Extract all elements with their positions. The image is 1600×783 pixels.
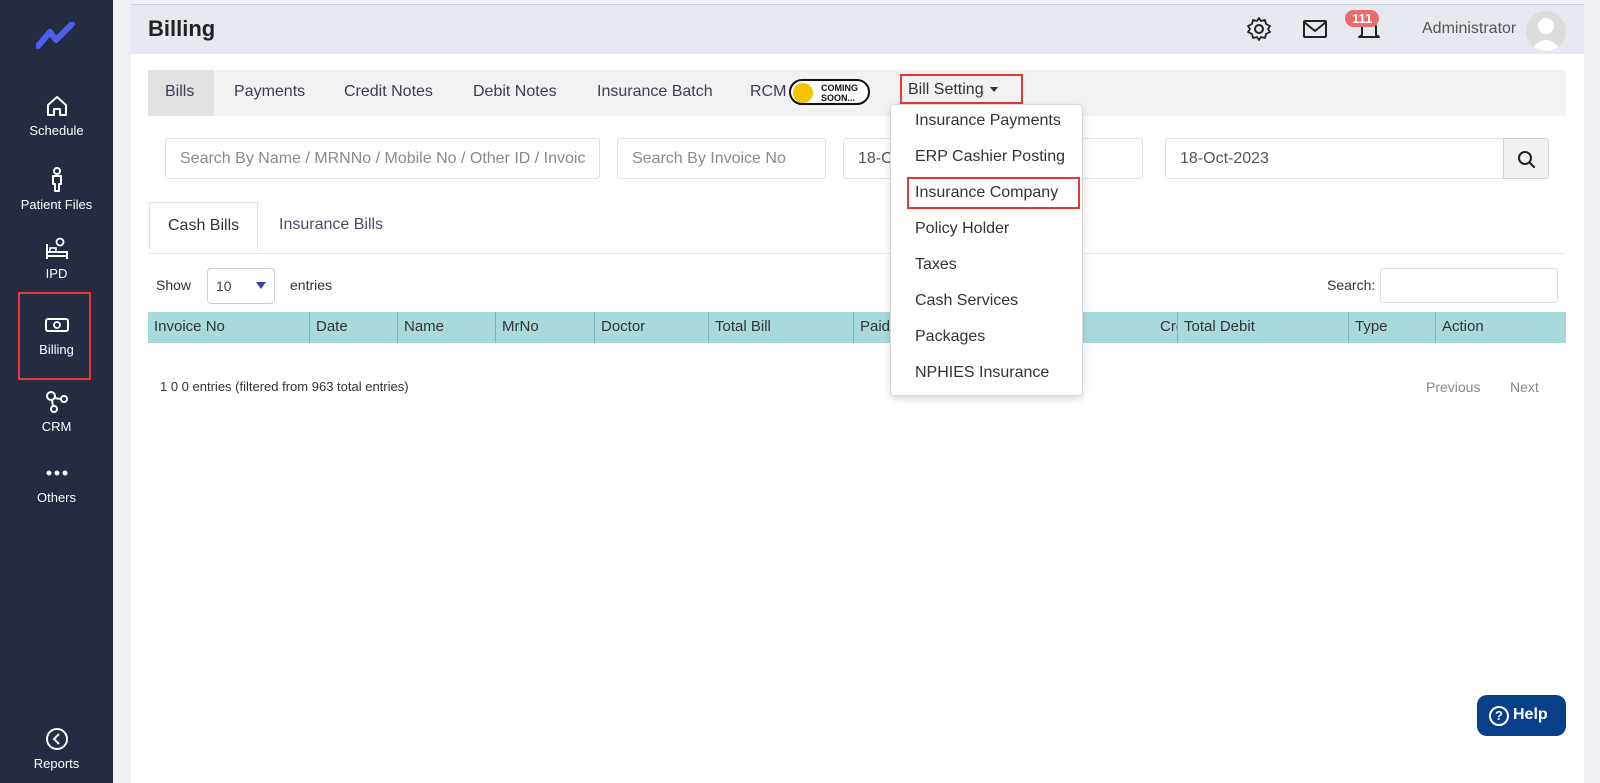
megaphone-icon: [793, 83, 813, 103]
sidebar-item-label: Schedule: [29, 123, 84, 138]
column-header-name[interactable]: Name: [398, 312, 496, 343]
menu-item-policy-holder[interactable]: Policy Holder: [915, 220, 1009, 238]
table-search-label: Search:: [1327, 277, 1376, 293]
subtab-divider: [149, 253, 1566, 254]
tab-bills[interactable]: Bills: [165, 83, 194, 101]
column-header-total-debit[interactable]: Total Debit: [1178, 312, 1349, 343]
column-header-date[interactable]: Date: [310, 312, 398, 343]
sidebar-item-label: Patient Files: [20, 197, 93, 212]
notification-badge: 111: [1345, 10, 1380, 27]
menu-item-packages[interactable]: Packages: [915, 328, 985, 346]
search-icon: [1518, 151, 1536, 169]
help-label: Help: [1513, 706, 1548, 723]
table-search-input[interactable]: [1380, 268, 1558, 303]
user-name[interactable]: Administrator: [1422, 20, 1516, 38]
sidebar-item-reports[interactable]: Reports: [0, 726, 113, 771]
person-icon: [51, 167, 62, 192]
tab-debit-notes[interactable]: Debit Notes: [473, 83, 557, 101]
page-title: Billing: [148, 16, 216, 41]
tab-payments[interactable]: Payments: [234, 83, 305, 101]
sidebar-item-schedule[interactable]: Schedule: [0, 93, 113, 138]
more-dots-icon: [46, 470, 67, 476]
coming-soon-badge: COMING SOON...: [789, 79, 870, 105]
menu-item-taxes[interactable]: Taxes: [915, 256, 957, 274]
column-header-action[interactable]: Action: [1436, 312, 1566, 343]
menu-item-nphies-insurance[interactable]: NPHIES Insurance: [915, 364, 1049, 382]
menu-item-erp-cashier-posting[interactable]: ERP Cashier Posting: [915, 148, 1065, 166]
help-button[interactable]: ? Help: [1477, 695, 1566, 736]
column-header-invoice-no[interactable]: Invoice No: [148, 312, 310, 343]
entries-select-value: 10: [216, 278, 232, 294]
collapse-arrow-icon: [45, 728, 68, 750]
active-nav-highlight: [18, 292, 91, 380]
column-header-mrno[interactable]: MrNo: [496, 312, 595, 343]
menu-item-cash-services[interactable]: Cash Services: [915, 292, 1018, 310]
app-logo-icon[interactable]: [36, 22, 76, 50]
menu-item-insurance-payments[interactable]: Insurance Payments: [915, 112, 1061, 130]
hospital-bed-icon: [45, 237, 68, 259]
pagination-previous[interactable]: Previous: [1426, 379, 1480, 395]
pagination-next[interactable]: Next: [1510, 379, 1539, 395]
mail-icon[interactable]: [1302, 16, 1328, 42]
home-icon: [46, 96, 67, 116]
entries-select[interactable]: 10: [207, 268, 275, 304]
sidebar-item-label: Others: [36, 490, 76, 505]
sidebar-item-ipd[interactable]: IPD: [0, 236, 113, 281]
tab-insurance-batch[interactable]: Insurance Batch: [597, 83, 713, 101]
select-arrow-icon: [256, 282, 266, 289]
table-header: Invoice No Date Name MrNo Doctor Total B…: [148, 312, 1566, 343]
avatar[interactable]: [1526, 11, 1566, 51]
coming-soon-line1: COMING: [821, 83, 858, 93]
search-name-input[interactable]: Search By Name / MRNNo / Mobile No / Oth…: [165, 138, 600, 179]
question-icon: ?: [1489, 706, 1509, 726]
tab-cash-bills[interactable]: Cash Bills: [149, 202, 258, 250]
tab-insurance-bills[interactable]: Insurance Bills: [279, 216, 383, 234]
sidebar-item-label: IPD: [45, 266, 68, 281]
sidebar: Schedule Patient Files IPD Billing CRM O…: [0, 0, 113, 783]
caret-down-icon: [989, 87, 998, 93]
search-invoice-input[interactable]: Search By Invoice No: [617, 138, 826, 179]
show-label: Show: [156, 277, 192, 293]
bill-setting-dropdown: Insurance Payments ERP Cashier Posting I…: [890, 104, 1083, 396]
column-header-total-bill[interactable]: Total Bill: [709, 312, 854, 343]
search-button[interactable]: [1503, 138, 1549, 179]
column-header-type[interactable]: Type: [1349, 312, 1436, 343]
tab-bill-setting[interactable]: Bill Setting: [900, 74, 1023, 104]
sidebar-item-label: Reports: [33, 756, 80, 771]
tab-rcm[interactable]: RCM: [750, 83, 786, 101]
sidebar-item-label: CRM: [41, 419, 72, 434]
coming-soon-line2: SOON...: [821, 93, 856, 103]
bill-setting-label: Bill Setting: [908, 81, 984, 98]
to-date-input[interactable]: 18-Oct-2023: [1165, 138, 1504, 179]
column-header-doctor[interactable]: Doctor: [595, 312, 709, 343]
gear-icon[interactable]: [1246, 16, 1272, 42]
sidebar-item-patient-files[interactable]: Patient Files: [0, 167, 113, 212]
sidebar-item-crm[interactable]: CRM: [0, 389, 113, 434]
user-avatar-icon: [1530, 18, 1562, 51]
menu-item-insurance-company[interactable]: Insurance Company: [915, 184, 1058, 202]
table-info: 1 0 0 entries (filtered from 963 total e…: [160, 379, 409, 394]
network-icon: [45, 391, 68, 413]
tab-credit-notes[interactable]: Credit Notes: [344, 83, 433, 101]
sidebar-item-others[interactable]: Others: [0, 460, 113, 505]
entries-label: entries: [290, 277, 333, 293]
